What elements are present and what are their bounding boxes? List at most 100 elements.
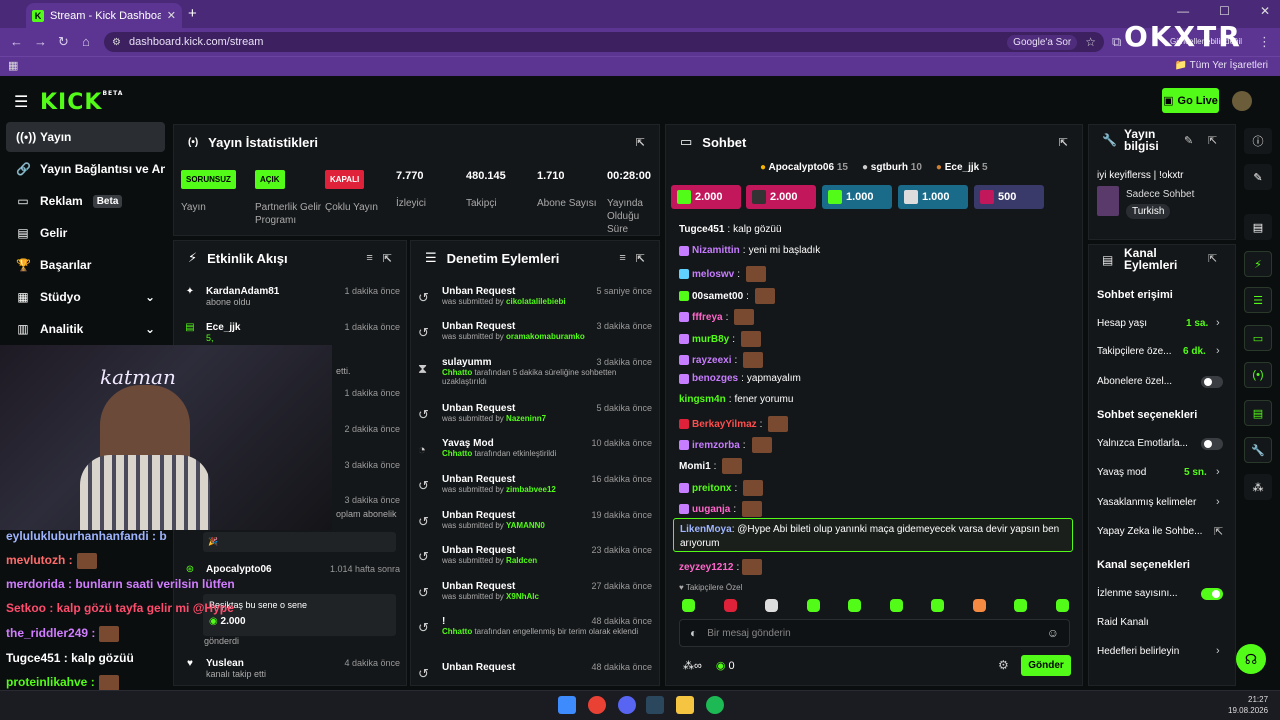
quick-emote-icon[interactable]: [1014, 599, 1027, 612]
account-age-value[interactable]: 1 sa.: [1186, 318, 1208, 329]
chat-message[interactable]: Momi1:: [679, 458, 743, 474]
moderation-item[interactable]: ↺ Unban Request was submitted by Raldcen 2…: [414, 545, 658, 565]
channel-points[interactable]: ◉ 0: [716, 659, 735, 672]
moderation-item[interactable]: ↺ Unban Request was submitted by oramakoma…: [414, 321, 658, 341]
chat-username[interactable]: benozges: [692, 373, 738, 384]
chevron-right-icon[interactable]: ›: [1216, 466, 1220, 478]
moderation-item[interactable]: ↺ Unban Request 48 dakika önce: [414, 662, 658, 681]
expand-icon[interactable]: ⇱: [383, 252, 392, 265]
menu-dots-icon[interactable]: ⋮: [1258, 34, 1271, 50]
quick-emote-icon[interactable]: [972, 599, 986, 612]
quick-emote-icon[interactable]: [889, 599, 903, 612]
all-bookmarks-link[interactable]: 📁 Tüm Yer İşaretleri: [1175, 60, 1268, 71]
chat-settings-icon[interactable]: ⚙: [998, 658, 1009, 672]
chevron-right-icon[interactable]: ›: [1216, 496, 1220, 508]
edit-icon[interactable]: ✎: [1244, 164, 1272, 190]
expand-icon[interactable]: ⇱: [1208, 134, 1217, 147]
moderation-item[interactable]: ↺! Chhatto tarafından engellenmiş bir te…: [414, 616, 658, 636]
moderation-user[interactable]: oramakomaburamko: [506, 332, 585, 341]
top-gifter[interactable]: ● sgtburh 10: [862, 162, 922, 173]
moderation-item[interactable]: ↺ Unban Request was submitted by Nazeninn7…: [414, 403, 658, 423]
quick-emote-icon[interactable]: [806, 599, 820, 612]
chevron-right-icon[interactable]: ›: [1216, 345, 1220, 357]
raid-channel-link[interactable]: Raid Kanalı: [1097, 617, 1149, 628]
pinned-gift[interactable]: 1.000: [822, 185, 892, 209]
sidebar-item-studyo[interactable]: ▦ Stüdyo ⌄: [6, 282, 165, 312]
support-button[interactable]: ☊: [1236, 644, 1266, 674]
moderation-user[interactable]: zimbabvee12: [506, 485, 556, 494]
sidebar-item-yayin[interactable]: ((•)) Yayın: [6, 122, 165, 152]
moderation-item[interactable]: ◔ Yavaş Mod Chhatto tarafından etkinleşti…: [414, 438, 658, 458]
chat-username[interactable]: preitonx: [692, 483, 731, 494]
chevron-right-icon[interactable]: ›: [1216, 645, 1220, 657]
chat-username[interactable]: BerkayYilmaz: [692, 419, 757, 430]
chat-message[interactable]: BerkayYilmaz:: [679, 416, 789, 432]
apps-icon[interactable]: ⁂: [1244, 474, 1272, 500]
filter-icon[interactable]: ≡: [619, 252, 625, 264]
hamburger-menu-icon[interactable]: ☰: [14, 92, 28, 112]
moderation-user[interactable]: cikolatalilebiebi: [506, 297, 566, 306]
site-info-icon[interactable]: ⚙: [112, 37, 121, 48]
ask-google-button[interactable]: Google'a Sor: [1007, 34, 1078, 50]
moderation-item[interactable]: ⧗ sulayumm Chhatto tarafından 5 dakika sü…: [414, 357, 658, 386]
spotify-icon[interactable]: [706, 696, 724, 714]
chat-message[interactable]: iremzorba:: [679, 437, 772, 453]
edit-icon[interactable]: ✎: [1184, 134, 1193, 147]
extensions-icon[interactable]: ⧉: [1112, 34, 1121, 50]
activity-item[interactable]: ▤ Ece_jjk 5, 1 dakika önce: [176, 322, 406, 343]
chat-message[interactable]: preitonx:: [679, 480, 764, 496]
sidebar-item-analitik[interactable]: ▥ Analitik ⌄: [6, 314, 165, 344]
sidebar-item-stream-key[interactable]: 🔗 Yayın Bağlantısı ve Anahtar: [6, 154, 165, 184]
followers-only-value[interactable]: 6 dk.: [1183, 346, 1206, 357]
expand-icon[interactable]: ⇱: [1208, 252, 1217, 265]
list-icon[interactable]: ☰: [1244, 287, 1272, 313]
chat-message[interactable]: Nizamittin: yeni mi başladık: [679, 245, 820, 256]
browser-tab[interactable]: K Stream - Kick Dashboard ✕: [26, 3, 182, 28]
broadcast-icon[interactable]: (•): [1244, 362, 1272, 388]
chat-username[interactable]: kingsm4n: [679, 394, 726, 405]
chat-input[interactable]: ◐ Bir mesaj gönderin ☺: [679, 619, 1070, 647]
expand-icon[interactable]: ⇱: [1059, 136, 1068, 149]
chat-message[interactable]: kingsm4n: fener yorumu: [679, 394, 793, 405]
home-icon[interactable]: ⌂: [82, 34, 90, 49]
external-link-icon[interactable]: ⇱: [1214, 525, 1223, 538]
apps-grid-icon[interactable]: ▦: [8, 59, 18, 72]
highlighted-message[interactable]: LikenMoya: @Hype Abi bileti olup yanınki…: [673, 518, 1073, 552]
pinned-gift[interactable]: 2.000: [746, 185, 816, 209]
windows-start-icon[interactable]: [558, 696, 576, 714]
badge-selector-icon[interactable]: ◐: [690, 626, 697, 640]
moderation-user[interactable]: X9NhAlc: [506, 592, 539, 601]
subs-only-toggle[interactable]: [1201, 376, 1223, 388]
quick-emote-icon[interactable]: [682, 599, 695, 612]
infinity-icon[interactable]: ⁂∞: [683, 659, 702, 672]
top-gifter[interactable]: ● Ece_jjk 5: [936, 162, 988, 173]
discord-icon[interactable]: [618, 696, 636, 714]
chat-message[interactable]: fffreya:: [679, 309, 755, 325]
moderation-user[interactable]: YAMANN0: [506, 521, 545, 530]
new-tab-button[interactable]: +: [188, 5, 197, 22]
moderation-user[interactable]: Chhatto: [442, 368, 472, 377]
expand-icon[interactable]: ⇱: [636, 136, 645, 149]
chat-username[interactable]: meloswv: [692, 269, 734, 280]
bolt-icon[interactable]: ⚡: [1244, 251, 1272, 277]
quick-emote-icon[interactable]: [848, 599, 861, 612]
quick-emote-icon[interactable]: [931, 599, 944, 612]
pinned-gift[interactable]: 500: [974, 185, 1044, 209]
slow-mode-value[interactable]: 5 sn.: [1184, 467, 1207, 478]
chat-message[interactable]: uuganja:: [679, 501, 763, 517]
expand-icon[interactable]: ⇱: [636, 252, 645, 265]
forward-icon[interactable]: →: [34, 34, 47, 49]
chat-username[interactable]: murB8y: [692, 334, 729, 345]
info-icon[interactable]: ⓘ: [1244, 128, 1272, 154]
reload-icon[interactable]: ↻: [58, 34, 69, 50]
channel-icon[interactable]: ▤: [1244, 400, 1272, 426]
moderation-user[interactable]: Raldcen: [506, 556, 537, 565]
top-gifter[interactable]: ● Apocalypto06 15: [760, 162, 848, 173]
quick-emote-icon[interactable]: [765, 599, 778, 612]
viewer-count-toggle[interactable]: [1201, 588, 1223, 600]
chat-username[interactable]: Nizamittin: [692, 245, 740, 256]
send-button[interactable]: Gönder: [1021, 655, 1071, 676]
emotes-only-toggle[interactable]: [1201, 438, 1223, 450]
back-icon[interactable]: ←: [10, 34, 23, 49]
emoji-picker-icon[interactable]: ☺: [1047, 626, 1059, 640]
